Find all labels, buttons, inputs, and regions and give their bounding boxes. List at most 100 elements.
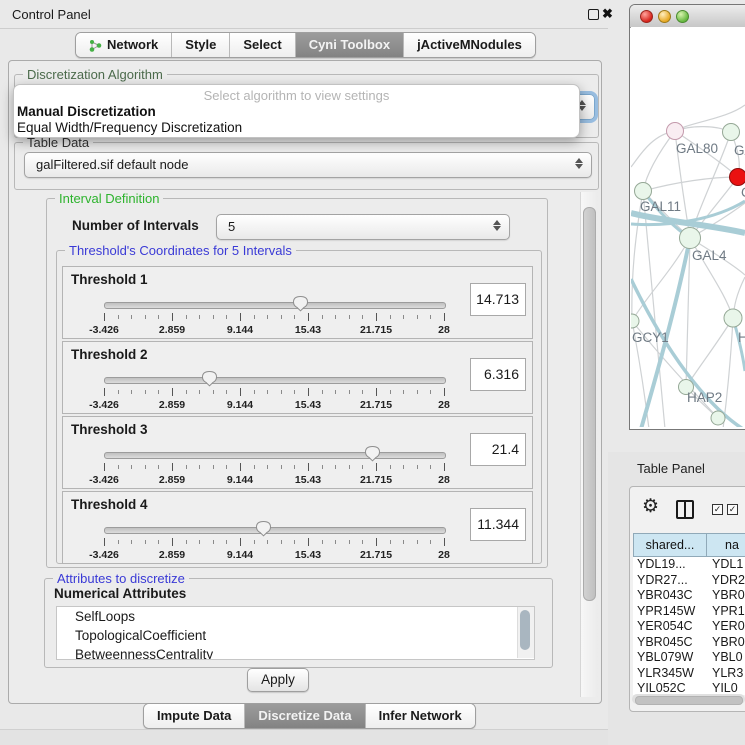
columns-icon[interactable] [676,500,694,519]
slider-tick [240,388,241,396]
bottom-tabbar: Impute Data Discretize Data Infer Networ… [143,703,476,729]
network-node-green[interactable] [631,314,639,328]
table-row[interactable]: YBR045CYBR0 [633,635,745,651]
threshold-label: Threshold 4 [71,497,148,512]
attribute-list-item[interactable]: SelfLoops [57,607,534,626]
network-node-label: GAL80 [676,141,718,156]
network-node-green[interactable] [680,228,701,249]
gear-icon[interactable]: ⚙ [642,495,659,518]
network-edge[interactable] [643,131,675,191]
popup-option-equal-width-frequency[interactable]: Equal Width/Frequency Discretization [17,120,242,135]
float-window-icon[interactable] [588,9,599,20]
slider-tick [254,540,255,544]
threshold-value-field[interactable]: 14.713 [470,283,526,316]
threshold-value-field[interactable]: 6.316 [470,358,526,391]
zoom-traffic-light[interactable] [676,10,689,23]
table-hscrollbar-thumb[interactable] [635,696,743,705]
slider-tick [390,390,391,394]
cell-name: YER0 [711,619,745,635]
tab-discretize-data[interactable]: Discretize Data [245,704,365,728]
network-edge[interactable] [686,318,733,387]
slider-tick [172,388,173,396]
slider-tick [226,315,227,319]
slider-tick [349,315,350,319]
slider-track[interactable] [104,527,446,534]
slider-tick [172,538,173,546]
slider-thumb[interactable] [292,295,309,312]
tab-network[interactable]: Network [76,33,172,57]
panel-scrollbar-thumb[interactable] [583,207,596,601]
column-header-name[interactable]: na [707,533,745,557]
slider-tick [294,390,295,394]
checkbox-icon[interactable]: ✓ [712,504,723,515]
minimize-traffic-light[interactable] [658,10,671,23]
threshold-slider[interactable]: -3.4262.8599.14415.4321.71528 [104,447,444,487]
tab-style[interactable]: Style [172,33,230,57]
close-traffic-light[interactable] [640,10,653,23]
slider-track[interactable] [104,452,446,459]
attributes-scrollbar-thumb[interactable] [520,610,530,650]
slider-tick [281,315,282,319]
table-header-row: shared... na [633,533,745,557]
network-node-pink[interactable] [667,123,684,140]
network-window-titlebar[interactable] [630,5,745,28]
slider-tick [322,390,323,394]
threshold-slider[interactable]: -3.4262.8599.14415.4321.71528 [104,297,444,337]
threshold-value-field[interactable]: 11.344 [470,508,526,541]
attribute-list-item[interactable]: BetweennessCentrality [57,645,534,660]
slider-thumb[interactable] [255,520,272,537]
slider-tick [417,315,418,319]
table-row[interactable]: YER054CYER0 [633,619,745,635]
table-row[interactable]: YDL19...YDL1 [633,557,745,573]
network-node-green[interactable] [635,183,652,200]
threshold-slider[interactable]: -3.4262.8599.14415.4321.71528 [104,522,444,562]
apply-button[interactable]: Apply [247,668,309,692]
slider-tick [430,465,431,469]
table-rows[interactable]: YDL19...YDL1YDR27...YDR2YBR043CYBR0YPR14… [633,557,745,695]
slider-thumb[interactable] [364,445,381,462]
network-edge[interactable] [643,177,738,191]
slider-tick [444,463,445,471]
popup-option-manual-discretization[interactable]: Manual Discretization [17,104,156,119]
group-title: Attributes to discretize [53,571,189,586]
table-row[interactable]: YBR043CYBR0 [633,588,745,604]
tab-cyni-toolbox[interactable]: Cyni Toolbox [296,33,404,57]
slider-axis-label: 9.144 [227,324,253,336]
threshold-slider[interactable]: -3.4262.8599.14415.4321.71528 [104,372,444,412]
numerical-attributes-list[interactable]: SelfLoopsTopologicalCoefficientBetweenne… [56,606,535,660]
network-node-red[interactable] [730,169,745,186]
checkbox-icon[interactable]: ✓ [727,504,738,515]
table-data-combobox[interactable]: galFiltered.sif default node [24,152,592,178]
tab-jactivemnodules[interactable]: jActiveMNodules [404,33,535,57]
network-canvas[interactable]: GAL80GAGAL11CGAL4GCY1HHAP2 [631,27,745,427]
network-node-green[interactable] [723,124,740,141]
slider-tick [186,465,187,469]
slider-axis-label: -3.426 [89,399,119,411]
table-row[interactable]: YBL079WYBL0 [633,650,745,666]
tab-infer-network[interactable]: Infer Network [366,704,475,728]
threshold-value-field[interactable]: 21.4 [470,433,526,466]
network-edge[interactable] [723,318,733,427]
slider-tick [430,540,431,544]
table-row[interactable]: YIL052CYIL0 [633,681,745,695]
slider-thumb[interactable] [201,370,218,387]
slider-axis-label: 28 [438,474,450,486]
cell-name: YLR3 [711,666,743,682]
table-row[interactable]: YDR27...YDR2 [633,573,745,589]
tab-impute-data[interactable]: Impute Data [144,704,245,728]
table-row[interactable]: YPR145WYPR1 [633,604,745,620]
slider-tick [186,540,187,544]
network-node-green[interactable] [711,411,725,425]
column-header-shared-name[interactable]: shared... [633,533,707,557]
table-row[interactable]: YLR345WYLR3 [633,666,745,682]
attribute-list-item[interactable]: TopologicalCoefficient [57,626,534,645]
control-panel-titlebar [0,0,608,29]
slider-tick [390,540,391,544]
slider-tick [294,540,295,544]
tab-select[interactable]: Select [230,33,295,57]
slider-track[interactable] [104,302,446,309]
network-node-green[interactable] [724,309,742,327]
slider-track[interactable] [104,377,446,384]
number-of-intervals-combobox[interactable]: 5 [216,214,510,240]
slider-tick [158,540,159,544]
